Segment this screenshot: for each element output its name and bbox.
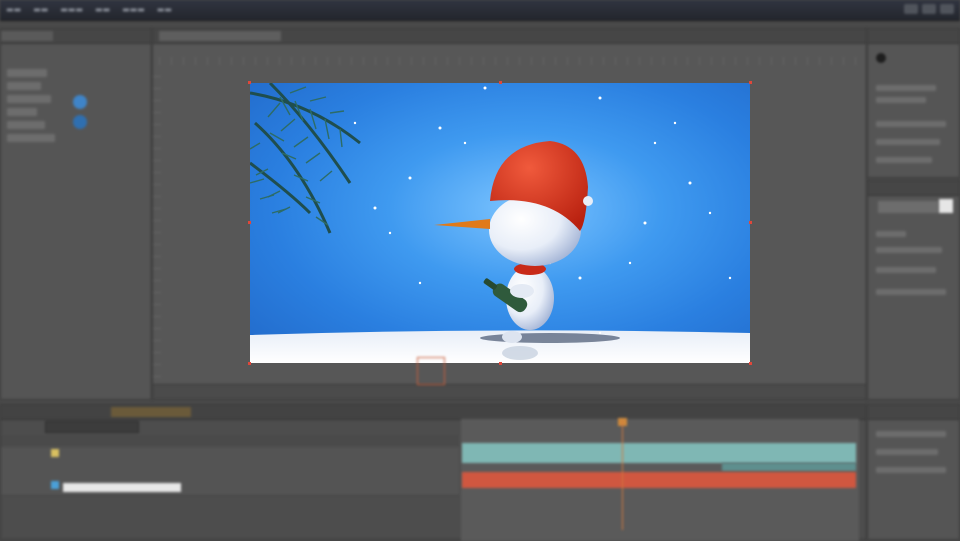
- layer-duration-bar[interactable]: [722, 463, 856, 471]
- snowman: [434, 141, 593, 343]
- paragraph-setting[interactable]: [876, 467, 946, 473]
- paragraph-setting[interactable]: [876, 449, 938, 455]
- layer-label-icon: [51, 481, 59, 489]
- tab-composition[interactable]: [159, 31, 281, 41]
- info-panel: [867, 28, 960, 178]
- character-panel: [867, 180, 960, 400]
- composition-footer-toolbar: [153, 384, 866, 399]
- character-tabstrip: [868, 181, 959, 196]
- tab-project[interactable]: [1, 31, 53, 41]
- layer-handle[interactable]: [499, 362, 502, 365]
- info-line: [876, 97, 926, 103]
- window-controls: [904, 4, 954, 14]
- carrot-nose: [434, 219, 490, 229]
- current-time-indicator[interactable]: [622, 420, 623, 530]
- menu-items: ▬▬ ▬▬ ▬▬▬ ▬▬ ▬▬▬ ▬▬: [6, 5, 172, 14]
- character-setting[interactable]: [876, 289, 946, 295]
- menu-bar: ▬▬ ▬▬ ▬▬▬ ▬▬ ▬▬▬ ▬▬: [0, 0, 960, 21]
- layer-handle[interactable]: [749, 362, 752, 365]
- menu-item[interactable]: ▬▬▬: [122, 5, 145, 14]
- circle-icon: [876, 53, 886, 63]
- layer-duration-bar[interactable]: [462, 472, 856, 488]
- layer-handle[interactable]: [749, 221, 752, 224]
- project-item-list: [7, 69, 55, 147]
- font-family-select[interactable]: [878, 201, 938, 213]
- layer-handle[interactable]: [248, 81, 251, 84]
- list-item[interactable]: [7, 82, 41, 90]
- horizontal-ruler: [159, 57, 860, 65]
- project-tabstrip: [1, 29, 151, 44]
- character-setting[interactable]: [876, 267, 936, 273]
- paragraph-panel: [867, 404, 960, 540]
- layer-handle[interactable]: [248, 221, 251, 224]
- minimize-button[interactable]: [904, 4, 918, 14]
- layer-name-field[interactable]: [63, 483, 181, 492]
- list-item[interactable]: [7, 108, 37, 116]
- list-item[interactable]: [7, 69, 47, 77]
- timeline-search-input[interactable]: [45, 421, 139, 433]
- menu-item[interactable]: ▬▬: [33, 5, 48, 14]
- vertical-ruler: [153, 69, 161, 389]
- list-item[interactable]: [7, 121, 45, 129]
- pine-branch: [250, 83, 361, 234]
- menu-item[interactable]: ▬▬: [157, 5, 172, 14]
- info-line: [876, 157, 932, 163]
- snowman-arm: [510, 284, 534, 298]
- close-button[interactable]: [940, 4, 954, 14]
- hat-pompom: [583, 196, 593, 206]
- layer-handle[interactable]: [499, 81, 502, 84]
- list-item[interactable]: [7, 134, 55, 142]
- composition-viewer[interactable]: [250, 83, 750, 363]
- tab-effect-controls[interactable]: [61, 31, 113, 41]
- menu-item[interactable]: ▬▬: [95, 5, 110, 14]
- list-item[interactable]: [7, 95, 51, 103]
- layer-handle[interactable]: [248, 362, 251, 365]
- layer-handle[interactable]: [749, 81, 752, 84]
- character-setting[interactable]: [876, 247, 942, 253]
- snowman-foot: [502, 331, 522, 343]
- composition-tabstrip: [153, 29, 866, 44]
- info-line: [876, 121, 946, 127]
- paragraph-tabstrip: [868, 405, 959, 420]
- paragraph-setting[interactable]: [876, 431, 946, 437]
- project-thumbnail-icon: [73, 95, 87, 109]
- menu-item[interactable]: ▬▬▬: [60, 5, 83, 14]
- character-setting[interactable]: [876, 231, 906, 237]
- maximize-button[interactable]: [922, 4, 936, 14]
- snowman-reflection: [502, 346, 538, 360]
- project-panel: [0, 28, 152, 400]
- timeline-tabstrip: [1, 405, 866, 420]
- layer-label-icon: [51, 449, 59, 457]
- snowman-shadow: [480, 333, 620, 343]
- anchor-point-box[interactable]: [417, 357, 445, 385]
- snowman-scene: [250, 83, 750, 363]
- tab-composition-timeline[interactable]: [111, 407, 191, 417]
- menu-item[interactable]: ▬▬: [6, 5, 21, 14]
- fill-color-swatch[interactable]: [939, 199, 953, 213]
- layer-duration-bar[interactable]: [462, 443, 856, 463]
- info-line: [876, 85, 936, 91]
- project-thumbnail-icon: [73, 115, 87, 129]
- info-tabstrip: [868, 29, 959, 44]
- info-line: [876, 139, 940, 145]
